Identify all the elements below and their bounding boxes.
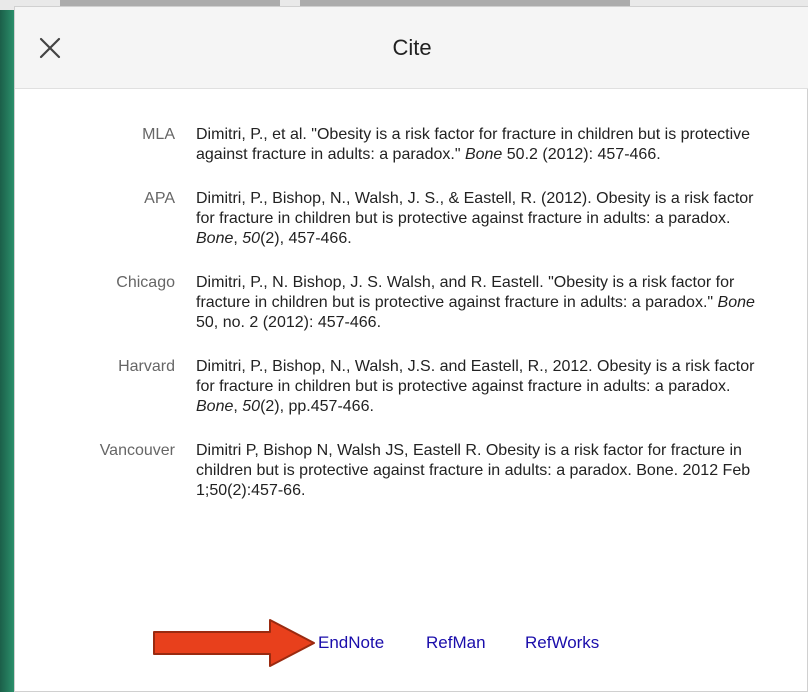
citation-format-label: MLA: [142, 126, 175, 143]
dialog-header: Cite: [15, 7, 808, 89]
citation-list: MLA Dimitri, P., et al. "Obesity is a ri…: [15, 125, 808, 525]
endnote-link[interactable]: EndNote: [318, 631, 384, 655]
citation-text[interactable]: Dimitri, P., Bishop, N., Walsh, J. S., &…: [196, 189, 764, 249]
citation-text[interactable]: Dimitri, P., et al. "Obesity is a risk f…: [196, 125, 764, 165]
citation-row-harvard: Harvard Dimitri, P., Bishop, N., Walsh, …: [15, 357, 808, 417]
right-arrow-icon: [153, 619, 315, 667]
citation-row-mla: MLA Dimitri, P., et al. "Obesity is a ri…: [15, 125, 808, 165]
citation-format-label: Chicago: [116, 274, 175, 291]
export-links: EndNote RefMan RefWorks: [15, 631, 808, 655]
citation-text[interactable]: Dimitri, P., N. Bishop, J. S. Walsh, and…: [196, 273, 764, 333]
citation-format-label: Harvard: [118, 358, 175, 375]
close-icon: [39, 37, 61, 59]
citation-row-apa: APA Dimitri, P., Bishop, N., Walsh, J. S…: [15, 189, 808, 249]
citation-format-label: APA: [144, 190, 175, 207]
refman-link[interactable]: RefMan: [426, 631, 486, 655]
backdrop-edge: [0, 0, 14, 692]
citation-text[interactable]: Dimitri, P., Bishop, N., Walsh, J.S. and…: [196, 357, 764, 417]
citation-row-vancouver: Vancouver Dimitri P, Bishop N, Walsh JS,…: [15, 441, 808, 501]
annotation-arrow: [152, 618, 316, 668]
refworks-link[interactable]: RefWorks: [525, 631, 599, 655]
close-button[interactable]: [37, 35, 63, 61]
citation-row-chicago: Chicago Dimitri, P., N. Bishop, J. S. Wa…: [15, 273, 808, 333]
dialog-title: Cite: [392, 35, 432, 60]
cite-dialog: Cite MLA Dimitri, P., et al. "Obesity is…: [14, 6, 808, 692]
citation-format-label: Vancouver: [99, 442, 175, 459]
citation-text[interactable]: Dimitri P, Bishop N, Walsh JS, Eastell R…: [196, 441, 764, 501]
